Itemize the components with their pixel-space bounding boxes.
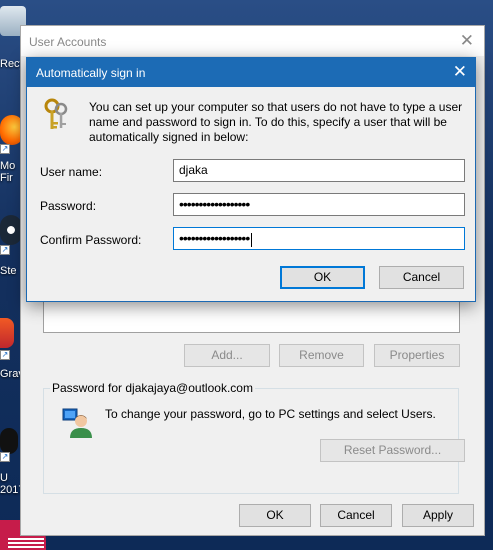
username-label: User name:: [40, 165, 103, 179]
dialog-ok-button-label: OK: [313, 270, 332, 284]
add-button-label: Add...: [211, 348, 243, 362]
password-label: Password:: [40, 199, 97, 213]
shortcut-arrow-icon: ↗: [0, 452, 10, 462]
shortcut-arrow-icon: ↗: [0, 350, 10, 360]
remove-button[interactable]: Remove: [279, 344, 364, 367]
dialog-cancel-button-label: Cancel: [402, 270, 441, 284]
gravit-icon[interactable]: [0, 318, 14, 348]
ue-icon[interactable]: [0, 428, 18, 454]
close-icon[interactable]: ✕: [453, 62, 467, 82]
keys-icon: [44, 98, 68, 129]
shortcut-arrow-icon: ↗: [0, 245, 10, 255]
add-button[interactable]: Add...: [184, 344, 270, 367]
desktop-icon-label: Recyc: [0, 58, 22, 70]
close-icon[interactable]: ✕: [460, 31, 474, 51]
password-input[interactable]: ••••••••••••••••••: [173, 193, 465, 216]
confirm-password-label: Confirm Password:: [40, 233, 142, 247]
desktop-icon-label: Gravi: [0, 368, 22, 380]
shortcut-arrow-icon: ↗: [0, 144, 10, 154]
properties-button[interactable]: Properties: [374, 344, 460, 367]
steam-icon[interactable]: [0, 215, 22, 245]
auto-sign-in-dialog: Automatically sign in ✕ You can set up y…: [26, 57, 476, 302]
user-icon: [62, 408, 92, 438]
ok-button-label: OK: [266, 508, 284, 522]
dialog-cancel-button[interactable]: Cancel: [379, 266, 464, 289]
confirm-password-input[interactable]: ••••••••••••••••••: [173, 227, 465, 250]
apply-button[interactable]: Apply: [402, 504, 474, 527]
password-group-legend: Password for djakajaya@outlook.com: [50, 381, 255, 395]
desktop-icon-label: U 2017: [0, 472, 20, 496]
username-input[interactable]: djaka: [173, 159, 465, 182]
dialog-title-bar: Automatically sign in ✕: [27, 58, 475, 87]
properties-button-label: Properties: [389, 348, 445, 362]
parent-title-bar: User Accounts ✕: [21, 26, 484, 56]
cancel-button-label: Cancel: [337, 508, 375, 522]
dialog-title: Automatically sign in: [36, 66, 146, 80]
dialog-ok-button[interactable]: OK: [280, 266, 365, 289]
text-caret: [251, 232, 253, 247]
dialog-description: You can set up your computer so that use…: [89, 100, 463, 144]
password-change-instructions: To change your password, go to PC settin…: [105, 407, 436, 421]
desktop-icon-label: Ste: [0, 265, 17, 277]
desktop-icon-label: Mo Fir: [0, 160, 16, 184]
reset-password-label: Reset Password...: [343, 443, 442, 457]
cancel-button[interactable]: Cancel: [320, 504, 392, 527]
reset-password-button[interactable]: Reset Password...: [320, 439, 465, 462]
apply-button-label: Apply: [422, 508, 454, 522]
parent-window-title: User Accounts: [29, 35, 107, 49]
remove-button-label: Remove: [299, 348, 344, 362]
ok-button[interactable]: OK: [239, 504, 311, 527]
hamburger-icon: [8, 538, 44, 540]
password-groupbox: Password for djakajaya@outlook.com To ch…: [43, 381, 465, 494]
confirm-password-input-mask: ••••••••••••••••••: [179, 230, 250, 246]
password-input-mask: ••••••••••••••••••: [179, 196, 250, 212]
